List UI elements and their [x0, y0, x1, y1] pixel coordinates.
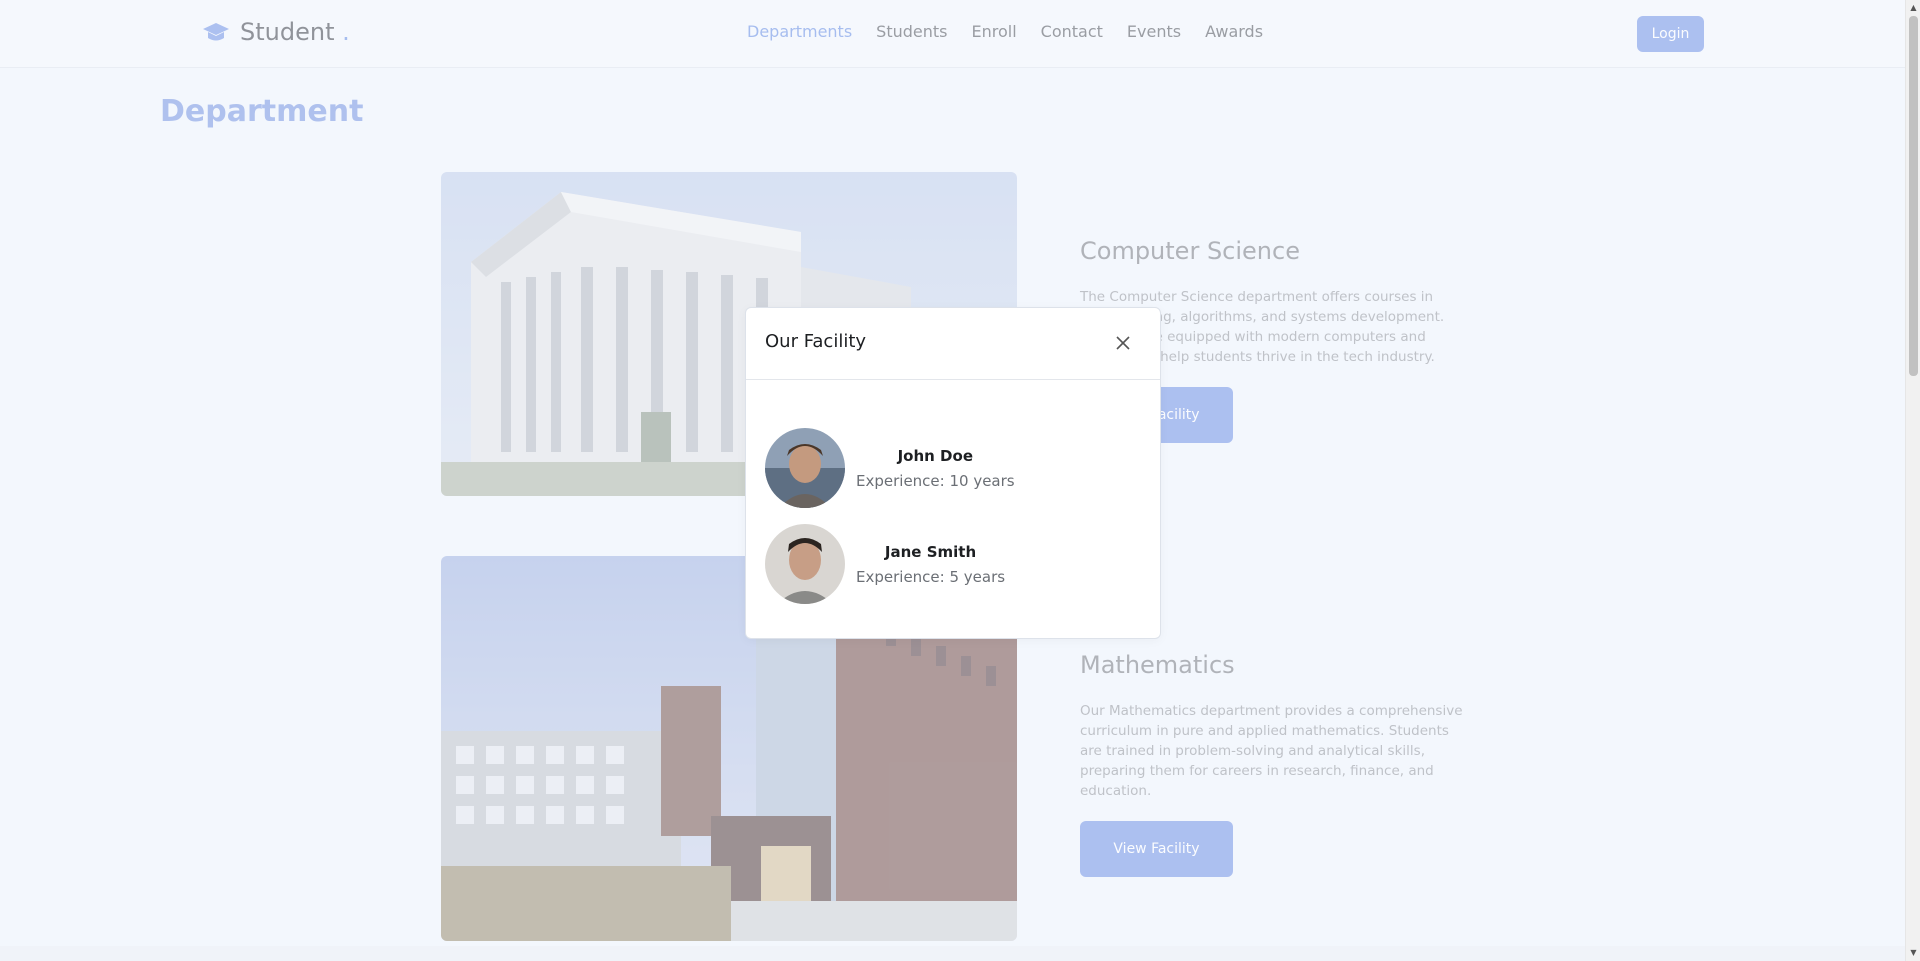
facility-modal: Our Facility John Doe Experience: 10 yea… — [745, 307, 1161, 639]
brand-logo[interactable]: Student . — [202, 18, 350, 46]
mathematics-info: Mathematics Our Mathematics department p… — [1080, 651, 1470, 877]
member-experience: Experience: 10 years — [856, 471, 1015, 490]
navbar: Student . Departments Students Enroll Co… — [0, 0, 1905, 68]
member-name: Jane Smith — [884, 542, 977, 561]
modal-header: Our Facility — [746, 308, 1160, 380]
avatar — [765, 428, 845, 508]
graduation-cap-icon — [203, 23, 229, 41]
avatar — [765, 524, 845, 604]
nav-enroll[interactable]: Enroll — [971, 22, 1016, 41]
page-footer-edge — [0, 946, 1905, 961]
dept-description: Our Mathematics department provides a co… — [1080, 703, 1463, 799]
view-facility-button[interactable]: View Facility — [1080, 821, 1233, 877]
close-button[interactable] — [1109, 329, 1137, 357]
login-button[interactable]: Login — [1637, 16, 1704, 52]
page-title: Department — [160, 94, 364, 129]
nav-departments[interactable]: Departments — [747, 22, 852, 41]
nav-links: Departments Students Enroll Contact Even… — [747, 22, 1263, 41]
close-icon — [1116, 336, 1130, 350]
page-scrollbar[interactable]: ▲ ▼ — [1905, 0, 1920, 961]
member-experience: Experience: 5 years — [856, 567, 1006, 586]
scroll-thumb[interactable] — [1909, 16, 1918, 376]
brand-dot: . — [342, 18, 350, 46]
list-item: John Doe Experience: 10 years — [765, 428, 1015, 508]
scroll-up-arrow-icon[interactable]: ▲ — [1909, 2, 1918, 14]
dept-name: Computer Science — [1080, 237, 1300, 265]
list-item: Jane Smith Experience: 5 years — [765, 524, 1005, 604]
nav-events[interactable]: Events — [1127, 22, 1181, 41]
nav-contact[interactable]: Contact — [1041, 22, 1103, 41]
dept-name: Mathematics — [1080, 651, 1235, 679]
brand-name: Student — [240, 18, 335, 46]
modal-title: Our Facility — [765, 331, 867, 352]
scroll-down-arrow-icon[interactable]: ▼ — [1909, 947, 1918, 959]
nav-students[interactable]: Students — [876, 22, 947, 41]
member-name: John Doe — [897, 446, 973, 465]
nav-awards[interactable]: Awards — [1205, 22, 1263, 41]
